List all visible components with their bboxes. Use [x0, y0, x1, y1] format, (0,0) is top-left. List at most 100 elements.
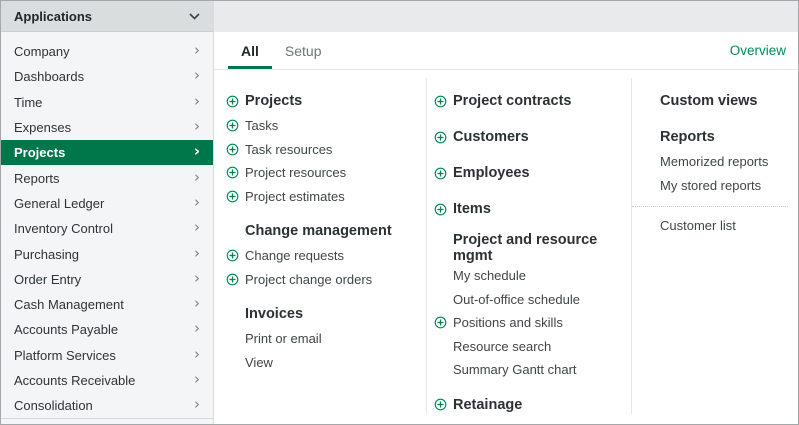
sidebar-item-dashboards[interactable]: Dashboards› [1, 64, 213, 89]
sidebar-item-label: Purchasing [14, 247, 79, 262]
sidebar-item-time[interactable]: Time› [1, 90, 213, 115]
menu-header-employees[interactable]: Employees [434, 160, 631, 186]
sidebar-item-label: Company [14, 44, 70, 59]
overview-link[interactable]: Overview [730, 43, 786, 58]
top-strip [214, 1, 798, 32]
menu-header-label: Change management [245, 223, 392, 239]
plus-circle-icon[interactable] [226, 95, 239, 108]
sidebar-item-reports[interactable]: Reports › [1, 165, 213, 190]
sidebar-item-label: Accounts Payable [14, 322, 118, 337]
plus-circle-icon[interactable] [434, 203, 447, 216]
menu-item-summary-gantt-chart[interactable]: Summary Gantt chart [434, 358, 631, 382]
menu-item-label: Summary Gantt chart [453, 362, 577, 377]
menu-header-retainage[interactable]: Retainage [434, 392, 631, 418]
menu-item-my-schedule[interactable]: My schedule [434, 264, 631, 288]
menu-header-project-contracts[interactable]: Project contracts [434, 88, 631, 114]
sidebar-item-company[interactable]: Company › [1, 39, 213, 64]
menu-item-task-resources[interactable]: Task resources [226, 138, 426, 162]
menu-column-2: Project contracts Customers Employees Items… [427, 78, 632, 414]
plus-circle-icon[interactable] [434, 95, 447, 108]
sidebar-item-projects[interactable]: Projects › [1, 140, 213, 165]
plus-circle-icon[interactable] [434, 131, 447, 144]
sidebar-item-inventory-control[interactable]: Inventory Control› [1, 216, 213, 241]
menu-item-customer-list[interactable]: Customer list [660, 214, 788, 238]
plus-circle-icon[interactable] [226, 166, 239, 179]
menu-item-label: Positions and skills [453, 315, 563, 330]
menu-item-out-of-office-schedule[interactable]: Out-of-office schedule [434, 288, 631, 312]
menu-item-change-requests[interactable]: Change requests [226, 244, 426, 268]
sidebar-item-label: Projects [14, 145, 65, 160]
plus-circle-icon[interactable] [226, 119, 239, 132]
menu-item-view[interactable]: View [226, 351, 426, 375]
sidebar-item-general-ledger[interactable]: General Ledger› [1, 191, 213, 216]
menu-item-project-estimates[interactable]: Project estimates [226, 185, 426, 209]
menu-item-project-resources[interactable]: Project resources [226, 161, 426, 185]
chevron-right-icon: › [194, 271, 200, 286]
sidebar-item-label: Dashboards [14, 69, 84, 84]
tab-setup[interactable]: Setup [272, 32, 335, 69]
menu-header-project-and-resource-mgmt: Project and resource mgmt [434, 232, 631, 264]
sidebar-item-label: Expenses [14, 120, 71, 135]
sidebar-item-accounts-payable[interactable]: Accounts Payable› [1, 317, 213, 342]
chevron-right-icon: › [194, 372, 200, 387]
menu-header-label: Invoices [245, 306, 303, 322]
sidebar-item-platform-services[interactable]: Platform Services› [1, 343, 213, 368]
icon-spacer [434, 293, 447, 306]
icon-spacer [226, 332, 239, 345]
menu-item-tasks[interactable]: Tasks [226, 114, 426, 138]
menu-item-positions-and-skills[interactable]: Positions and skills [434, 311, 631, 335]
plus-circle-icon[interactable] [226, 249, 239, 262]
menu-item-label: Out-of-office schedule [453, 292, 580, 307]
menu-item-label: Customer list [660, 218, 736, 233]
plus-circle-icon[interactable] [226, 190, 239, 203]
sidebar-item-label: Inventory Control [14, 221, 113, 236]
plus-circle-icon[interactable] [226, 273, 239, 286]
menu-item-memorized-reports[interactable]: Memorized reports [660, 150, 788, 174]
applications-menu-toggle[interactable]: Applications [1, 1, 213, 32]
dotted-divider [632, 206, 788, 207]
sidebar-item-order-entry[interactable]: Order Entry› [1, 267, 213, 292]
chevron-right-icon: › [194, 195, 200, 210]
menu-header-custom-views: Custom views [660, 88, 788, 114]
sidebar-item-label: Accounts Receivable [14, 373, 135, 388]
sidebar-item-consolidation[interactable]: Consolidation› [1, 393, 213, 418]
chevron-right-icon: › [194, 170, 200, 185]
menu-item-resource-search[interactable]: Resource search [434, 335, 631, 359]
projects-menu-panel: AllSetup Overview Projects Tasks Task resou… [214, 32, 798, 424]
sidebar-item-purchasing[interactable]: Purchasing › [1, 241, 213, 266]
menu-item-label: My schedule [453, 268, 526, 283]
menu-item-project-change-orders[interactable]: Project change orders [226, 268, 426, 292]
plus-circle-icon[interactable] [434, 316, 447, 329]
menu-item-label: Project estimates [245, 189, 345, 204]
tab-all[interactable]: All [228, 32, 272, 69]
icon-spacer [434, 242, 447, 255]
chevron-right-icon: › [194, 246, 200, 261]
menu-header-customers[interactable]: Customers [434, 124, 631, 150]
menu-header-label: Retainage [453, 397, 522, 413]
sidebar-item-label: Time [14, 95, 42, 110]
plus-circle-icon[interactable] [434, 398, 447, 411]
sidebar-item-accounts-receivable[interactable]: Accounts Receivable › [1, 368, 213, 393]
icon-spacer [434, 269, 447, 282]
menu-header-items[interactable]: Items [434, 196, 631, 222]
menu-header-label: Custom views [660, 93, 758, 109]
icon-spacer [226, 225, 239, 238]
menu-header-change-management: Change management [226, 218, 426, 244]
sidebar-list: Company›Dashboards›Time›Expenses›Project… [1, 32, 213, 418]
menu-header-reports: Reports [660, 124, 788, 150]
icon-spacer [226, 356, 239, 369]
menu-item-my-stored-reports[interactable]: My stored reports [660, 174, 788, 198]
chevron-right-icon: › [194, 43, 200, 58]
sidebar-item-label: Reports [14, 171, 60, 186]
menu-item-print-or-email[interactable]: Print or email [226, 327, 426, 351]
plus-circle-icon[interactable] [434, 167, 447, 180]
sidebar-item-cash-management[interactable]: Cash Management› [1, 292, 213, 317]
menu-item-label: Resource search [453, 339, 551, 354]
plus-circle-icon[interactable] [226, 143, 239, 156]
chevron-right-icon: › [194, 347, 200, 362]
sidebar-item-expenses[interactable]: Expenses› [1, 115, 213, 140]
chevron-right-icon: › [194, 144, 200, 159]
sidebar-item-label: Consolidation [14, 398, 93, 413]
menu-item-label: Tasks [245, 118, 278, 133]
menu-header-projects[interactable]: Projects [226, 88, 426, 114]
